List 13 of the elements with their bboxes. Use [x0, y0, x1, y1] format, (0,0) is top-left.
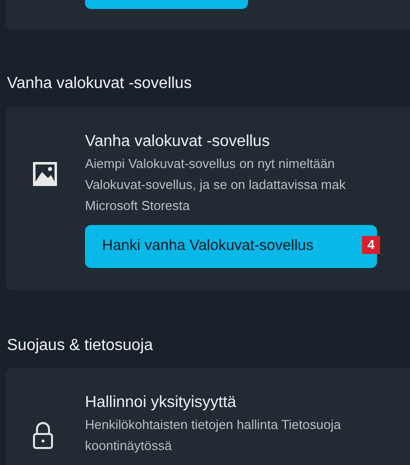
card-description: Valokuvat-sovellus, ja se on ladattavissa mak: [85, 176, 347, 194]
card-description: Microsoft Storesta: [85, 197, 191, 215]
lock-icon: [32, 422, 54, 450]
card-description: koontinäytössä: [85, 437, 173, 455]
image-icon: [32, 161, 58, 187]
section-heading: Suojaus & tietosuoja: [7, 336, 154, 356]
section-heading: Vanha valokuvat -sovellus: [7, 74, 193, 94]
cut-off-button[interactable]: [85, 0, 248, 9]
number-badge: 4: [362, 236, 380, 254]
card-description: Aiempi Valokuvat-sovellus on nyt nimeltään: [85, 155, 336, 173]
card-title: Hallinnoi yksityisyyttä: [85, 393, 238, 413]
card-title: Vanha valokuvat -sovellus: [85, 132, 271, 152]
card-description: Henkilökohtaisten tietojen hallinta Tietosuoja: [85, 416, 341, 434]
